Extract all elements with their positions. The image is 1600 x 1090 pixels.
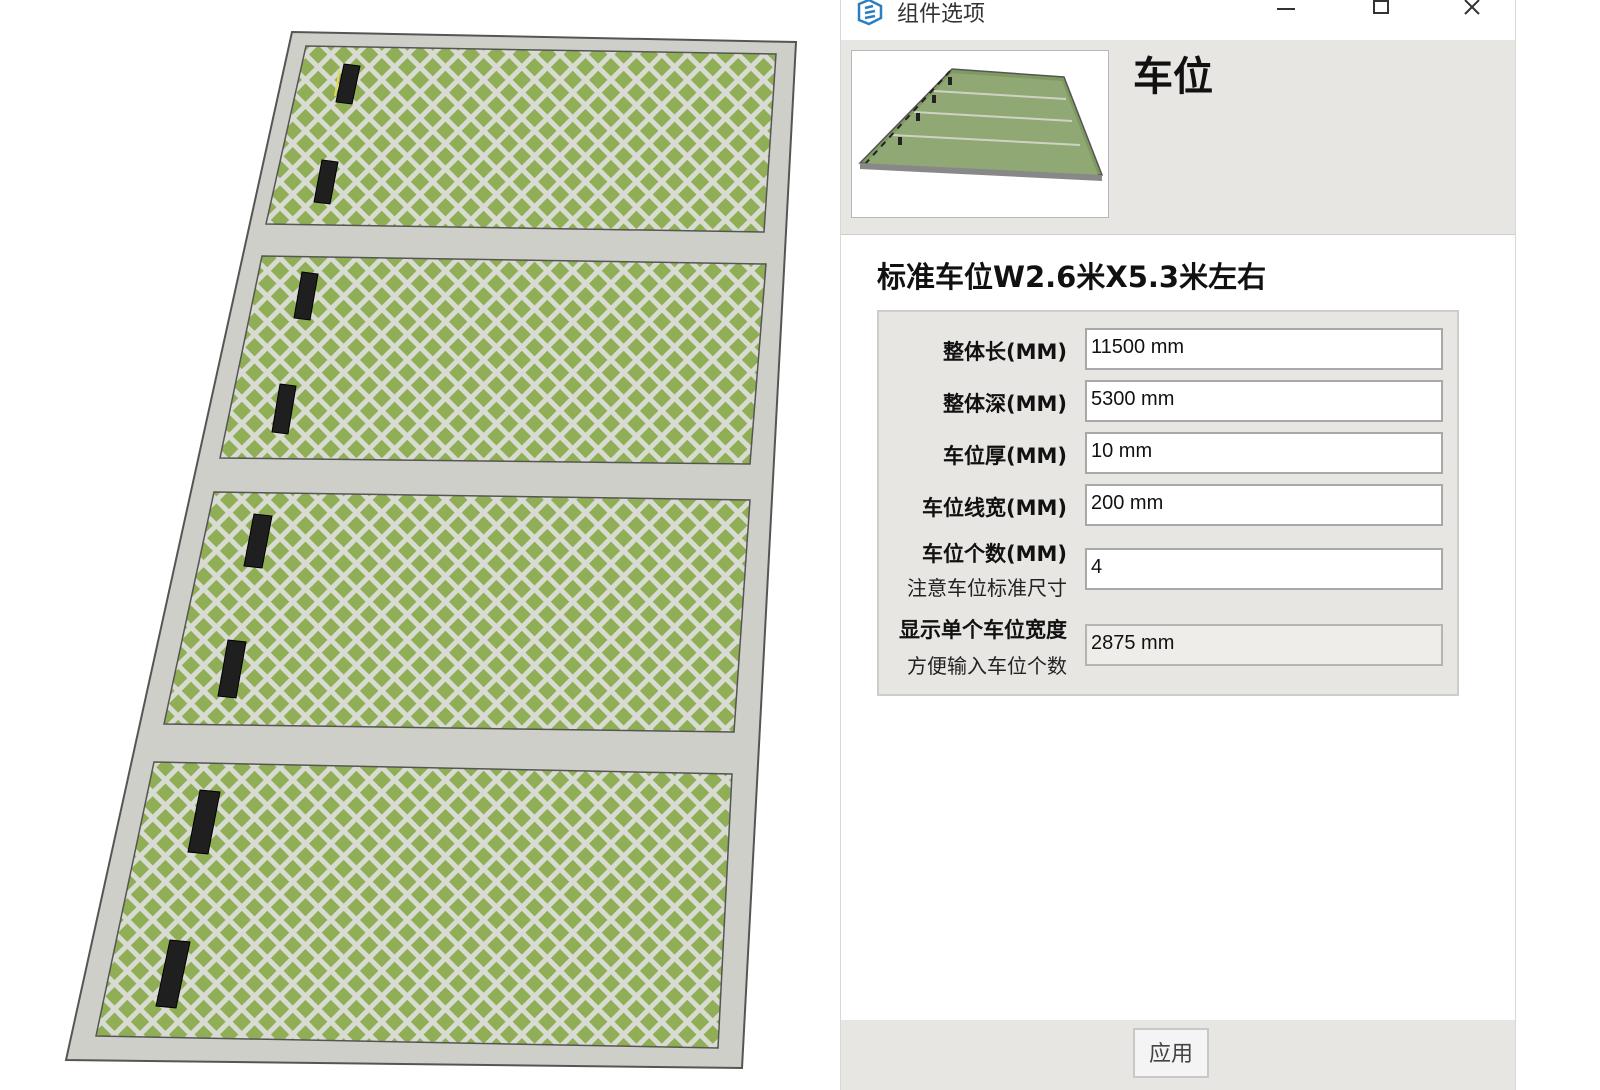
apply-button[interactable]: 应用 xyxy=(1133,1028,1209,1078)
window-title: 组件选项 xyxy=(897,2,986,27)
field-label-thickness: 车位厚(MM) xyxy=(943,444,1067,468)
total-depth-input[interactable]: 5300 mm xyxy=(1085,380,1443,422)
options-form: 整体长(MM) 11500 mm 整体深(MM) 5300 mm 车位厚(MM)… xyxy=(877,310,1459,696)
sketchup-logo-icon xyxy=(857,0,883,26)
model-viewport[interactable] xyxy=(0,0,840,1090)
field-note-single-width: 方便输入车位个数 xyxy=(907,654,1067,678)
field-label-total-depth: 整体深(MM) xyxy=(943,392,1067,416)
parking-model-render xyxy=(64,30,798,1070)
line-width-input[interactable]: 200 mm xyxy=(1085,484,1443,526)
single-width-display: 2875 mm xyxy=(1085,624,1443,666)
title-bar[interactable]: 组件选项 xyxy=(841,0,1515,40)
field-label-space-count: 车位个数(MM) xyxy=(922,542,1067,566)
component-options-dialog: 组件选项 车位 标准车位W2.6米X5.3米左右 整体长(MM) 11500 m… xyxy=(840,0,1516,1090)
component-header: 车位 xyxy=(841,40,1515,235)
field-note-space-count: 注意车位标准尺寸 xyxy=(907,576,1067,600)
parking-bay-4 xyxy=(95,761,733,1049)
component-name: 车位 xyxy=(1133,54,1213,100)
field-label-total-length: 整体长(MM) xyxy=(943,340,1067,364)
field-label-single-width: 显示单个车位宽度 xyxy=(899,618,1067,642)
component-thumbnail xyxy=(851,50,1109,218)
thumbnail-image xyxy=(858,68,1104,181)
minimize-button[interactable] xyxy=(1265,0,1305,26)
close-icon xyxy=(1464,0,1480,15)
maximize-button[interactable] xyxy=(1361,0,1401,26)
thickness-input[interactable]: 10 mm xyxy=(1085,432,1443,474)
total-length-input[interactable]: 11500 mm xyxy=(1085,328,1443,370)
close-button[interactable] xyxy=(1453,0,1493,26)
space-count-input[interactable]: 4 xyxy=(1085,548,1443,590)
dialog-footer: 应用 xyxy=(841,1020,1515,1090)
component-description: 标准车位W2.6米X5.3米左右 xyxy=(877,260,1267,294)
field-label-line-width: 车位线宽(MM) xyxy=(922,496,1067,520)
